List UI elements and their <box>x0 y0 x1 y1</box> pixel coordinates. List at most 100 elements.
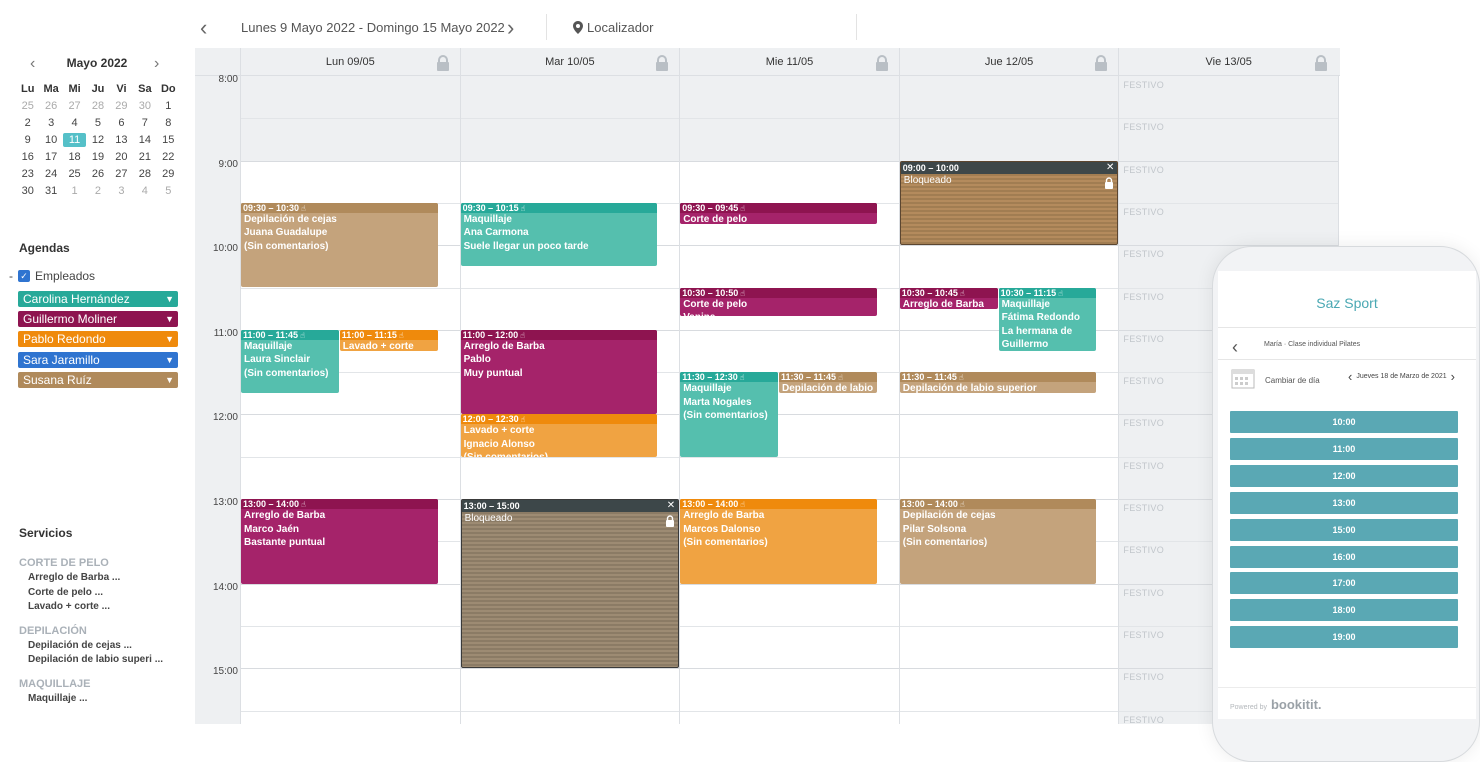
mini-calendar-day[interactable]: 23 <box>16 167 39 181</box>
previous-day-chevron-icon[interactable]: ‹ <box>1348 369 1352 384</box>
mini-calendar-day[interactable]: 17 <box>39 150 62 164</box>
service-item[interactable]: Depilación de labio superi ... <box>28 654 163 665</box>
lock-icon[interactable] <box>875 54 889 71</box>
mini-calendar-day[interactable]: 11 <box>62 133 87 147</box>
service-item[interactable]: Depilación de cejas ... <box>28 640 132 651</box>
employee-filter-2[interactable]: Guillermo Moliner ▼ <box>18 311 178 328</box>
next-month-chevron-icon[interactable]: › <box>154 55 159 73</box>
mini-calendar-day[interactable]: 5 <box>86 116 109 130</box>
service-category[interactable]: DEPILACIÓN <box>19 625 87 637</box>
mini-calendar-day[interactable]: 26 <box>39 99 62 113</box>
lock-icon[interactable] <box>1094 54 1108 71</box>
mini-calendar-day[interactable]: 5 <box>157 184 180 198</box>
appointment[interactable]: 10:30 – 10:50☝Corte de peloVanina <box>680 287 877 316</box>
mini-calendar-day[interactable]: 13 <box>110 133 133 147</box>
employee-filter-1[interactable]: Carolina Hernández ▼ <box>18 291 178 307</box>
mini-calendar-day[interactable]: 4 <box>133 184 156 198</box>
mini-calendar-day[interactable]: 8 <box>157 116 180 130</box>
dropdown-caret-icon[interactable]: ▼ <box>165 352 174 368</box>
locator-button[interactable]: Localizador <box>573 20 654 35</box>
time-slot-button[interactable]: 15:00 <box>1230 518 1458 541</box>
mini-calendar-day[interactable]: 27 <box>63 99 86 113</box>
next-week-chevron-icon[interactable]: › <box>507 17 521 39</box>
mini-calendar-day[interactable]: 7 <box>133 116 156 130</box>
appointment[interactable]: 11:30 – 11:45 ☝ Depilación de labio <box>779 372 877 394</box>
mini-calendar-day[interactable]: 30 <box>133 99 156 113</box>
mini-calendar-day[interactable]: 4 <box>63 116 86 130</box>
mini-calendar-day[interactable]: 3 <box>110 184 133 198</box>
lock-icon[interactable] <box>436 54 450 71</box>
time-slot-button[interactable]: 11:00 <box>1230 437 1458 460</box>
dropdown-caret-icon[interactable]: ▼ <box>165 291 174 307</box>
mini-calendar-day[interactable]: 10 <box>39 133 62 147</box>
time-slot-button[interactable]: 12:00 <box>1230 464 1458 487</box>
mini-calendar-day[interactable]: 2 <box>16 116 39 130</box>
mini-calendar-day[interactable]: 21 <box>133 150 156 164</box>
service-item[interactable]: Lavado + corte ... <box>28 601 110 612</box>
mini-calendar-day[interactable]: 1 <box>157 99 180 113</box>
mini-calendar-day[interactable]: 25 <box>63 167 86 181</box>
appointment[interactable]: 11:00 – 11:45 ☝ Maquillaje Laura Sinclair (S… <box>241 329 339 394</box>
employees-checkbox[interactable]: ✓ <box>18 270 30 282</box>
calendar-icon[interactable] <box>1231 367 1255 389</box>
appointment[interactable]: 09:30 – 09:45 ☝ Corte de pelo <box>680 202 877 225</box>
mini-calendar-day[interactable]: 9 <box>16 133 39 147</box>
collapse-dash-icon[interactable]: - <box>9 269 13 283</box>
service-category[interactable]: MAQUILLAJE <box>19 678 91 690</box>
service-item[interactable]: Arreglo de Barba ... <box>28 572 120 583</box>
mini-calendar-day[interactable]: 26 <box>86 167 109 181</box>
mini-calendar-day[interactable]: 29 <box>110 99 133 113</box>
service-item[interactable]: Maquillaje ... <box>28 693 87 704</box>
dropdown-caret-icon[interactable]: ▼ <box>165 331 174 347</box>
appointment[interactable]: 13:00 – 14:00 ☝ Arreglo de Barba Marcos Dal… <box>680 499 877 584</box>
employees-toggle[interactable]: - ✓ Empleados <box>9 269 95 283</box>
mini-calendar-day[interactable]: 3 <box>39 116 62 130</box>
service-item[interactable]: Corte de pelo ... <box>28 587 103 598</box>
employee-filter-4[interactable]: Sara Jaramillo ▼ <box>18 351 178 368</box>
employee-filter-3[interactable]: Pablo Redondo ▼ <box>18 331 178 348</box>
appointment[interactable]: 11:30 – 12:30 ☝ Maquillaje Marta Nogales (Si… <box>680 372 778 457</box>
time-slot-button[interactable]: 19:00 <box>1230 626 1458 649</box>
appointment[interactable]: 10:30 – 11:15 ☝ Maquillaje Fátima Redondo La… <box>998 287 1097 351</box>
close-icon[interactable]: ✕ <box>667 500 675 512</box>
close-icon[interactable]: ✕ <box>1106 162 1114 174</box>
mini-calendar-day[interactable]: 24 <box>39 167 62 181</box>
mini-calendar-day[interactable]: 16 <box>16 150 39 164</box>
mini-calendar-day[interactable]: 20 <box>110 150 133 164</box>
dropdown-caret-icon[interactable]: ▼ <box>165 372 174 388</box>
mini-calendar-day[interactable]: 22 <box>157 150 180 164</box>
appointment[interactable]: 11:30 – 11:45 ☝ Depilación de labio superi… <box>899 372 1097 394</box>
mini-calendar-day[interactable]: 15 <box>157 133 180 147</box>
blocked-slot[interactable]: 13:00 – 15:00 ✕ Bloqueado <box>460 499 680 669</box>
dropdown-caret-icon[interactable]: ▼ <box>165 311 174 327</box>
appointment[interactable]: 09:30 – 10:30 ☝ Depilación de cejas Juana G… <box>241 202 438 288</box>
time-slot-button[interactable]: 10:00 <box>1230 411 1458 433</box>
mini-calendar-day[interactable]: 19 <box>86 150 109 164</box>
next-day-chevron-icon[interactable]: › <box>1451 369 1455 384</box>
mini-calendar-day[interactable]: 31 <box>39 184 62 198</box>
time-slot-button[interactable]: 16:00 <box>1230 545 1458 568</box>
appointment[interactable]: 11:00 – 11:15 ☝ Lavado + corte <box>339 329 438 351</box>
lock-icon[interactable] <box>1314 54 1328 71</box>
mini-calendar-day[interactable]: 12 <box>86 133 109 147</box>
lock-icon[interactable] <box>655 54 669 71</box>
back-chevron-icon[interactable]: ‹ <box>1232 337 1238 358</box>
mini-calendar-day[interactable]: 1 <box>63 184 86 198</box>
appointment[interactable]: 12:00 – 12:30 ☝ Lavado + corte Ignacio Alon… <box>460 414 658 457</box>
appointment[interactable]: 13:00 – 14:00 ☝ Depilación de cejas Pilar S… <box>899 499 1097 584</box>
mini-calendar-day[interactable]: 28 <box>86 99 109 113</box>
appointment[interactable]: 09:30 – 10:15 ☝ Maquillaje Ana Carmona Suele… <box>460 202 658 267</box>
mini-calendar-day[interactable]: 6 <box>110 116 133 130</box>
time-slot-button[interactable]: 13:00 <box>1230 491 1458 514</box>
mini-calendar-day[interactable]: 25 <box>16 99 39 113</box>
mini-calendar-day[interactable]: 29 <box>157 167 180 181</box>
mini-calendar-day[interactable]: 27 <box>110 167 133 181</box>
appointment[interactable]: 13:00 – 14:00 ☝ Arreglo de Barba Marco Jaén… <box>241 499 438 584</box>
mini-calendar-day[interactable]: 14 <box>133 133 156 147</box>
mini-calendar-day[interactable]: 28 <box>133 167 156 181</box>
service-category[interactable]: CORTE DE PELO <box>19 557 109 569</box>
employee-filter-5[interactable]: Susana Ruíz ▼ <box>18 371 178 388</box>
mini-calendar-day[interactable]: 18 <box>63 150 86 164</box>
blocked-slot[interactable]: 09:00 – 10:00 ✕ Bloqueado <box>899 160 1119 246</box>
mini-calendar-day[interactable]: 30 <box>16 184 39 198</box>
